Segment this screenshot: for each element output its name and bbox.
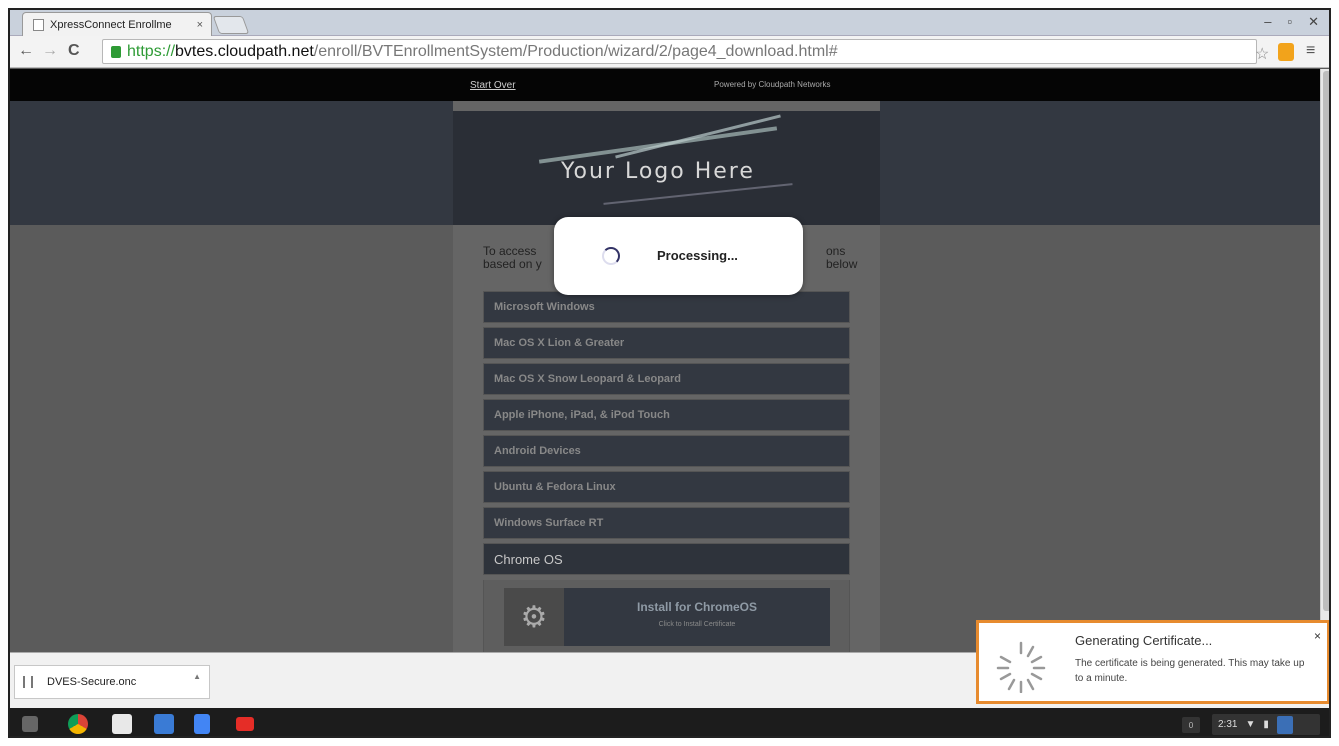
os-option-mac-lion[interactable]: Mac OS X Lion & Greater bbox=[483, 327, 850, 359]
notification-body: The certificate is being generated. This… bbox=[1075, 658, 1305, 684]
chrome-browser-icon[interactable] bbox=[68, 714, 88, 734]
os-option-linux[interactable]: Ubuntu & Fedora Linux bbox=[483, 471, 850, 503]
tab-strip: XpressConnect Enrollme × – ▫ ✕ bbox=[10, 10, 1329, 36]
new-tab-button[interactable] bbox=[212, 16, 250, 34]
install-chromeos-button[interactable]: ⚙ Install for ChromeOS Click to Install … bbox=[504, 588, 830, 646]
page-top-bar: Start Over Powered by Cloudpath Networks bbox=[10, 69, 1320, 101]
os-option-list: Microsoft Windows Mac OS X Lion & Greate… bbox=[483, 291, 850, 579]
browser-tab[interactable]: XpressConnect Enrollme × bbox=[22, 12, 212, 36]
battery-icon: ▮ bbox=[1263, 719, 1269, 730]
notification-title: Generating Certificate... bbox=[1075, 633, 1213, 648]
youtube-icon[interactable] bbox=[236, 717, 254, 731]
user-avatar bbox=[1276, 715, 1293, 734]
bookmark-star-icon[interactable]: ☆ bbox=[1255, 44, 1269, 64]
logo-area: Your Logo Here bbox=[453, 111, 880, 225]
page-scrollbar[interactable] bbox=[1320, 69, 1329, 652]
install-button-subtitle: Click to Install Certificate bbox=[658, 621, 736, 628]
chrome-os-panel: ⚙ Install for ChromeOS Click to Install … bbox=[483, 580, 850, 652]
window-controls: – ▫ ✕ bbox=[1264, 14, 1319, 30]
page-favicon-icon bbox=[33, 18, 44, 31]
certificate-notification: Generating Certificate... The certificat… bbox=[976, 620, 1329, 704]
os-option-chrome-os[interactable]: Chrome OS bbox=[483, 543, 850, 575]
google-search-icon[interactable] bbox=[154, 714, 174, 734]
gear-icon: ⚙ bbox=[504, 588, 564, 646]
extension-icon[interactable] bbox=[1278, 43, 1294, 61]
url-path: /enroll/BVTEnrollmentSystem/Production/w… bbox=[313, 42, 838, 60]
notification-count-badge[interactable]: 0 bbox=[1182, 717, 1200, 733]
processing-text: Processing... bbox=[657, 248, 738, 263]
screenshot-frame: XpressConnect Enrollme × – ▫ ✕ ← → C htt… bbox=[8, 8, 1331, 738]
system-tray[interactable]: 2:31 ▼ ▮ bbox=[1212, 714, 1320, 735]
download-menu-arrow-icon[interactable]: ▲ bbox=[193, 672, 201, 681]
os-option-windows[interactable]: Microsoft Windows bbox=[483, 291, 850, 323]
forward-button[interactable]: → bbox=[42, 42, 58, 60]
powered-by-text: Powered by Cloudpath Networks bbox=[714, 80, 831, 89]
os-taskbar: 0 2:31 ▼ ▮ bbox=[10, 708, 1329, 736]
os-option-android[interactable]: Android Devices bbox=[483, 435, 850, 467]
progress-spinner-icon bbox=[996, 641, 1046, 693]
logo-swoosh bbox=[615, 114, 781, 159]
processing-dialog: Processing... bbox=[554, 217, 803, 295]
scrollbar-thumb[interactable] bbox=[1323, 71, 1329, 611]
tab-title: XpressConnect Enrollme bbox=[50, 18, 172, 31]
browser-toolbar: ← → C https:// bvtes.cloudpath.net /enro… bbox=[10, 36, 1329, 68]
intro-text-fragment: ons below bbox=[826, 244, 858, 271]
tab-close-icon[interactable]: × bbox=[197, 19, 203, 31]
minimize-button[interactable]: – bbox=[1264, 14, 1271, 30]
app-launcher-icon[interactable] bbox=[22, 716, 38, 732]
install-button-title: Install for ChromeOS bbox=[636, 600, 758, 614]
browser-menu-icon[interactable]: ≡ bbox=[1306, 42, 1315, 60]
lock-icon bbox=[111, 45, 121, 58]
clock-time: 2:31 bbox=[1218, 719, 1238, 730]
logo-swoosh bbox=[603, 183, 793, 205]
close-window-button[interactable]: ✕ bbox=[1308, 14, 1319, 30]
download-filename: DVES-Secure.onc bbox=[47, 676, 137, 688]
enrollment-column: Your Logo Here To access based on y ons … bbox=[453, 101, 880, 652]
back-button[interactable]: ← bbox=[18, 42, 34, 60]
os-option-ios[interactable]: Apple iPhone, iPad, & iPod Touch bbox=[483, 399, 850, 431]
wifi-icon: ▼ bbox=[1245, 719, 1256, 730]
start-over-link[interactable]: Start Over bbox=[470, 80, 516, 91]
logo-text: Your Logo Here bbox=[561, 159, 755, 184]
url-scheme: https:// bbox=[127, 42, 176, 60]
restore-button[interactable]: ▫ bbox=[1287, 14, 1292, 30]
notification-close-icon[interactable]: × bbox=[1314, 629, 1321, 643]
google-docs-icon[interactable] bbox=[194, 714, 210, 734]
address-bar[interactable]: https:// bvtes.cloudpath.net /enroll/BVT… bbox=[102, 39, 1257, 64]
os-option-surface-rt[interactable]: Windows Surface RT bbox=[483, 507, 850, 539]
url-host: bvtes.cloudpath.net bbox=[175, 42, 314, 60]
os-option-mac-snow-leopard[interactable]: Mac OS X Snow Leopard & Leopard bbox=[483, 363, 850, 395]
page-viewport: Start Over Powered by Cloudpath Networks… bbox=[10, 69, 1320, 652]
loading-spinner-icon bbox=[602, 247, 620, 265]
reload-button[interactable]: C bbox=[68, 42, 80, 60]
file-icon bbox=[23, 676, 33, 688]
download-item[interactable]: DVES-Secure.onc ▲ bbox=[14, 665, 210, 699]
gmail-icon[interactable] bbox=[112, 714, 132, 734]
